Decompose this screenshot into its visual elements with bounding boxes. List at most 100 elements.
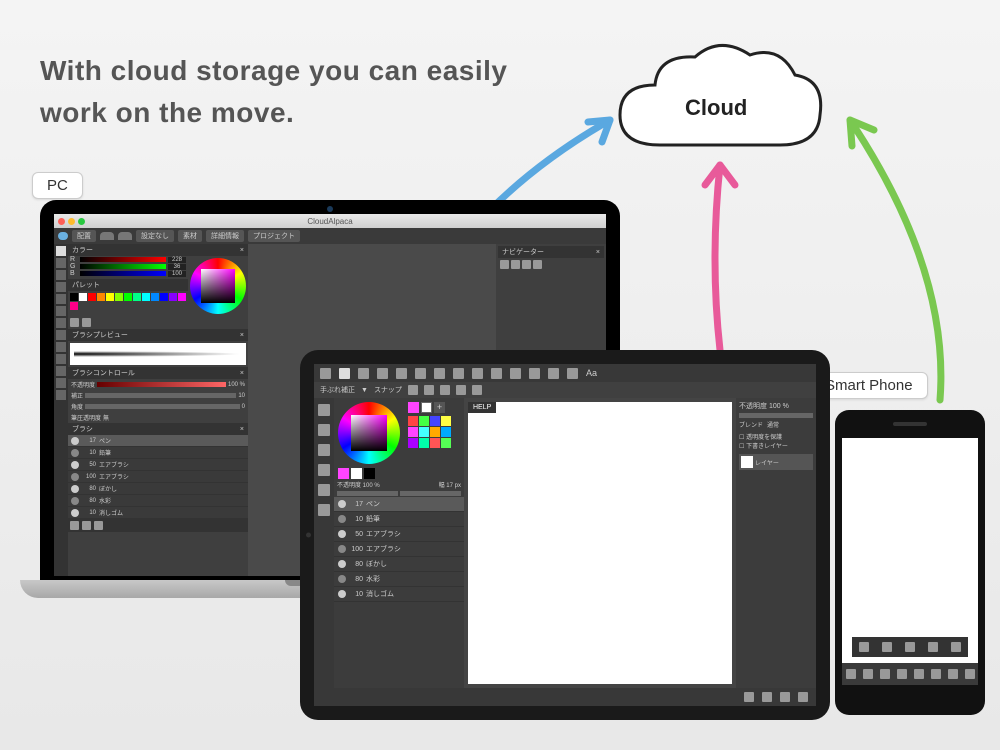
- swatch[interactable]: [124, 293, 132, 301]
- pb-layers-icon[interactable]: [948, 669, 958, 679]
- pc-color-wheel[interactable]: [190, 258, 246, 314]
- color-chip-3[interactable]: [364, 468, 375, 479]
- snap-grid-icon[interactable]: [408, 385, 418, 395]
- swatch[interactable]: [441, 416, 451, 426]
- swatch[interactable]: [106, 293, 114, 301]
- swatch[interactable]: [408, 427, 418, 437]
- snap-radial-icon[interactable]: [472, 385, 482, 395]
- text-tool-icon[interactable]: [56, 366, 66, 376]
- layer-thumb[interactable]: [741, 456, 753, 468]
- rotate-icon[interactable]: [533, 260, 542, 269]
- toolbar-material[interactable]: 素材: [178, 230, 202, 242]
- p-fill-icon[interactable]: [928, 642, 938, 652]
- gradient-tool-icon[interactable]: [56, 318, 66, 328]
- close-icon[interactable]: [58, 218, 65, 225]
- pb-eraser-icon[interactable]: [863, 669, 873, 679]
- toolbar-detail[interactable]: 詳細情報: [206, 230, 244, 242]
- brush-item[interactable]: 80水彩: [68, 495, 248, 507]
- p-select-icon[interactable]: [905, 642, 915, 652]
- t-layer-opacity-slider[interactable]: [739, 413, 813, 418]
- dot-tool-icon[interactable]: [56, 270, 66, 280]
- g-slider[interactable]: [80, 264, 166, 269]
- swatch[interactable]: [408, 416, 418, 426]
- swatch[interactable]: [97, 293, 105, 301]
- zoom-out-icon[interactable]: [511, 260, 520, 269]
- wand-tool-icon[interactable]: [56, 354, 66, 364]
- b-value[interactable]: 100: [168, 271, 186, 277]
- brush-item[interactable]: 80ぼかし: [334, 557, 464, 572]
- brush-item[interactable]: 17ペン: [334, 497, 464, 512]
- angle-slider[interactable]: [85, 404, 240, 409]
- brush-item[interactable]: 10消しゴム: [68, 507, 248, 519]
- blend-value[interactable]: 通常: [767, 420, 779, 429]
- doc-icon[interactable]: [70, 318, 79, 327]
- tb-grid-icon[interactable]: [780, 692, 790, 702]
- pencil-icon[interactable]: [339, 368, 350, 379]
- checkbox-icon[interactable]: ☐: [739, 444, 744, 450]
- brush-item[interactable]: 80ぼかし: [68, 483, 248, 495]
- p-move-icon[interactable]: [951, 642, 961, 652]
- zoom-icon[interactable]: [78, 218, 85, 225]
- t-opacity-slider[interactable]: [337, 491, 398, 496]
- select-all-icon[interactable]: [529, 368, 540, 379]
- toolbar-nosetting[interactable]: 設定なし: [136, 230, 174, 242]
- t-width-slider[interactable]: [400, 491, 461, 496]
- traffic-lights[interactable]: [58, 218, 85, 225]
- hand-tool-icon[interactable]: [56, 390, 66, 400]
- tb-layer-icon[interactable]: [744, 692, 754, 702]
- t-select-icon[interactable]: [318, 444, 330, 456]
- pb-undo-icon[interactable]: [914, 669, 924, 679]
- del-brush-icon[interactable]: [94, 521, 103, 530]
- toolbar-project[interactable]: プロジェクト: [248, 230, 300, 242]
- snap-cross-icon[interactable]: [440, 385, 450, 395]
- paste-icon[interactable]: [415, 368, 426, 379]
- swatch[interactable]: [441, 438, 451, 448]
- dup-brush-icon[interactable]: [82, 521, 91, 530]
- swatch[interactable]: [160, 293, 168, 301]
- g-value[interactable]: 36: [168, 264, 186, 270]
- move-tool-icon[interactable]: [56, 282, 66, 292]
- fit-icon[interactable]: [522, 260, 531, 269]
- swatch[interactable]: [88, 293, 96, 301]
- tb-add-icon[interactable]: [762, 692, 772, 702]
- swatch[interactable]: [115, 293, 123, 301]
- brush-item[interactable]: 100エアブラシ: [334, 542, 464, 557]
- fg-color[interactable]: [408, 402, 419, 413]
- pb-brush-icon[interactable]: [846, 669, 856, 679]
- select-tool-icon[interactable]: [56, 330, 66, 340]
- p-pencil-icon[interactable]: [859, 642, 869, 652]
- brush-item[interactable]: 17ペン: [68, 435, 248, 447]
- curve2-icon[interactable]: [118, 232, 132, 240]
- layer-name[interactable]: レイヤー: [755, 458, 779, 467]
- eyedrop-tool-icon[interactable]: [56, 378, 66, 388]
- pb-palette-icon[interactable]: [880, 669, 890, 679]
- tablet-canvas[interactable]: HELP: [468, 402, 732, 684]
- rotate-l-icon[interactable]: [472, 368, 483, 379]
- opacity-slider[interactable]: [97, 382, 226, 387]
- transform-icon[interactable]: [567, 368, 578, 379]
- correction-slider[interactable]: [85, 393, 236, 398]
- pb-redo-icon[interactable]: [931, 669, 941, 679]
- snap-vanish-icon[interactable]: [456, 385, 466, 395]
- brush-item[interactable]: 50エアブラシ: [334, 527, 464, 542]
- bucket-tool-icon[interactable]: [56, 306, 66, 316]
- b-slider[interactable]: [80, 271, 166, 276]
- swatch[interactable]: [419, 438, 429, 448]
- swatch[interactable]: [430, 438, 440, 448]
- toolbar-arrange[interactable]: 配置: [72, 230, 96, 242]
- color-chip-1[interactable]: [338, 468, 349, 479]
- pb-select-icon[interactable]: [897, 669, 907, 679]
- swatch[interactable]: [441, 427, 451, 437]
- lasso-tool-icon[interactable]: [56, 342, 66, 352]
- tablet-color-wheel[interactable]: [338, 402, 400, 464]
- snap-para-icon[interactable]: [424, 385, 434, 395]
- brush-tool-icon[interactable]: [56, 246, 66, 256]
- r-slider[interactable]: [80, 257, 166, 262]
- swatch[interactable]: [430, 427, 440, 437]
- r-value[interactable]: 228: [168, 257, 186, 263]
- pc-swatches[interactable]: [68, 291, 188, 312]
- tb-more-icon[interactable]: [798, 692, 808, 702]
- menu-icon[interactable]: [320, 368, 331, 379]
- brush-item[interactable]: 10鉛筆: [68, 447, 248, 459]
- help-button[interactable]: HELP: [468, 402, 496, 413]
